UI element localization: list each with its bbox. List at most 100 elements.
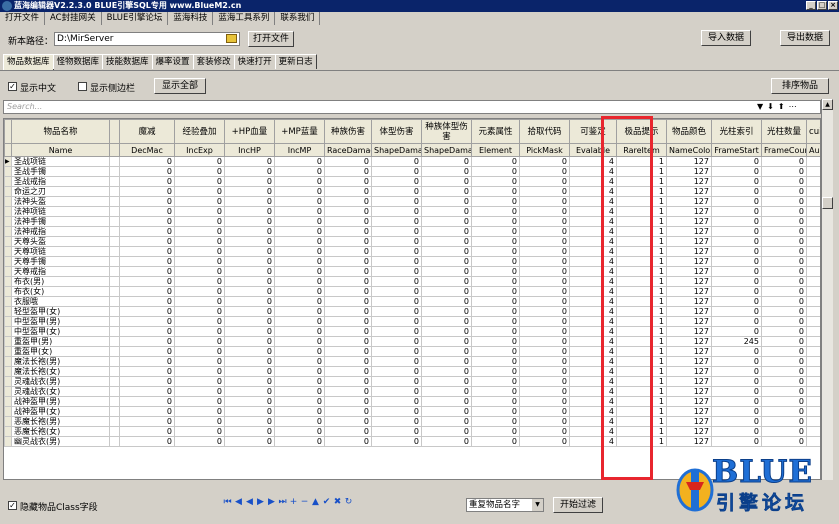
table-cell[interactable]: 0 xyxy=(324,416,372,427)
table-cell[interactable]: 0 xyxy=(761,386,807,397)
table-cell[interactable]: 0 xyxy=(324,226,372,237)
table-cell[interactable]: 0 xyxy=(471,396,520,407)
table-cell[interactable]: 0 xyxy=(471,256,520,267)
minimize-button[interactable]: _ xyxy=(806,1,816,10)
table-cell-blank[interactable] xyxy=(109,426,120,437)
table-cell[interactable]: 0 xyxy=(421,266,472,277)
table-cell[interactable]: 127 xyxy=(666,436,712,447)
table-cell[interactable]: 0 xyxy=(421,366,472,377)
table-cell[interactable]: 0 xyxy=(224,176,275,187)
row-indicator[interactable] xyxy=(4,386,12,397)
table-cell[interactable]: 0 xyxy=(324,266,372,277)
table-cell[interactable]: 0 xyxy=(421,206,472,217)
table-cell[interactable]: 0 xyxy=(274,276,325,287)
table-cell[interactable]: 0 xyxy=(421,336,472,347)
table-cell[interactable]: 0 xyxy=(371,226,422,237)
table-cell[interactable]: 0 xyxy=(519,266,570,277)
table-cell[interactable]: 0 xyxy=(519,186,570,197)
table-cell[interactable]: 法神戒指 xyxy=(11,226,110,237)
menu-ac-gateway[interactable]: AC封挂网关 xyxy=(45,12,102,25)
nav-first-icon[interactable]: ⏮ xyxy=(222,497,233,507)
table-cell[interactable]: 0 xyxy=(806,326,820,337)
search-input[interactable]: Search... xyxy=(3,100,821,114)
table-cell[interactable]: 0 xyxy=(761,366,807,377)
table-row[interactable]: 法神戒指00000000041127000 xyxy=(4,226,820,237)
table-cell[interactable]: 0 xyxy=(324,376,372,387)
table-cell[interactable]: 0 xyxy=(371,316,422,327)
table-cell[interactable]: 中型盔甲(女) xyxy=(11,326,110,337)
table-cell[interactable]: 0 xyxy=(324,236,372,247)
table-cell[interactable]: 0 xyxy=(761,236,807,247)
table-cell[interactable]: 0 xyxy=(421,176,472,187)
table-cell[interactable]: 0 xyxy=(806,186,820,197)
column-header-cn-3[interactable]: 经验叠加 xyxy=(174,119,225,144)
row-indicator[interactable] xyxy=(4,246,12,257)
column-header-cn-13[interactable]: 物品颜色 xyxy=(666,119,712,144)
table-cell[interactable]: 0 xyxy=(519,246,570,257)
table-cell[interactable]: 127 xyxy=(666,416,712,427)
table-cell[interactable]: 0 xyxy=(324,366,372,377)
table-cell[interactable]: 0 xyxy=(371,396,422,407)
table-cell[interactable]: 0 xyxy=(711,406,762,417)
table-cell[interactable]: 0 xyxy=(274,396,325,407)
table-cell[interactable]: 0 xyxy=(471,246,520,257)
table-cell[interactable]: 0 xyxy=(224,256,275,267)
table-cell[interactable]: 0 xyxy=(119,296,175,307)
table-cell[interactable]: 0 xyxy=(471,416,520,427)
table-cell[interactable]: 0 xyxy=(324,166,372,177)
table-cell[interactable]: 0 xyxy=(274,246,325,257)
table-cell[interactable]: 0 xyxy=(224,366,275,377)
table-cell[interactable]: 0 xyxy=(471,226,520,237)
table-cell[interactable]: 0 xyxy=(174,286,225,297)
table-cell[interactable]: 0 xyxy=(711,396,762,407)
table-cell[interactable]: 0 xyxy=(471,156,520,167)
table-cell[interactable]: 0 xyxy=(274,206,325,217)
table-cell[interactable]: 0 xyxy=(224,346,275,357)
table-cell[interactable]: 魔法长袍(女) xyxy=(11,366,110,377)
table-cell[interactable]: 0 xyxy=(274,196,325,207)
column-header-en-0[interactable]: Name xyxy=(11,143,110,157)
row-indicator[interactable] xyxy=(4,206,12,217)
table-cell[interactable]: 127 xyxy=(666,176,712,187)
table-cell[interactable]: 11 xyxy=(806,336,820,347)
table-cell[interactable]: 天尊手镯 xyxy=(11,256,110,267)
table-cell-blank[interactable] xyxy=(109,256,120,267)
table-cell[interactable]: 0 xyxy=(119,186,175,197)
table-cell[interactable]: 0 xyxy=(761,406,807,417)
table-cell[interactable]: 0 xyxy=(119,426,175,437)
table-cell[interactable]: 0 xyxy=(371,276,422,287)
table-cell[interactable]: 0 xyxy=(421,226,472,237)
table-cell-blank[interactable] xyxy=(109,416,120,427)
table-cell[interactable]: 0 xyxy=(471,176,520,187)
close-button[interactable]: × xyxy=(828,1,838,10)
table-row[interactable]: ▶圣战项链00000000041127000 xyxy=(4,156,820,167)
table-cell[interactable]: 0 xyxy=(174,266,225,277)
table-cell[interactable]: 恶魔长袍(男) xyxy=(11,416,110,427)
table-cell[interactable]: 0 xyxy=(119,306,175,317)
table-cell[interactable]: 0 xyxy=(806,156,820,167)
table-cell[interactable]: 0 xyxy=(806,316,820,327)
table-cell[interactable]: 0 xyxy=(174,366,225,377)
nav-edit-icon[interactable]: ▲ xyxy=(310,497,321,507)
table-cell[interactable]: 127 xyxy=(666,206,712,217)
table-cell[interactable]: 0 xyxy=(761,336,807,347)
table-cell[interactable]: 0 xyxy=(519,416,570,427)
table-cell[interactable]: 245 xyxy=(711,336,762,347)
table-cell[interactable]: 0 xyxy=(224,286,275,297)
filter-icon[interactable]: ▼ xyxy=(757,102,767,111)
table-cell[interactable]: 衣服哦 xyxy=(11,296,110,307)
menu-contact[interactable]: 联系我们 xyxy=(275,12,321,25)
table-cell[interactable]: 0 xyxy=(471,336,520,347)
table-cell-blank[interactable] xyxy=(109,296,120,307)
table-cell[interactable]: 0 xyxy=(711,206,762,217)
table-cell[interactable]: 重盔甲(男) xyxy=(11,336,110,347)
table-cell[interactable]: 0 xyxy=(224,326,275,337)
hide-class-checkbox[interactable]: ✓ xyxy=(8,501,17,510)
table-cell[interactable]: 0 xyxy=(371,166,422,177)
table-cell[interactable]: 0 xyxy=(761,216,807,227)
table-cell[interactable]: 0 xyxy=(421,216,472,227)
table-cell[interactable]: 0 xyxy=(519,176,570,187)
table-cell[interactable]: 0 xyxy=(761,326,807,337)
table-cell[interactable]: 0 xyxy=(519,286,570,297)
table-cell[interactable]: 0 xyxy=(119,166,175,177)
